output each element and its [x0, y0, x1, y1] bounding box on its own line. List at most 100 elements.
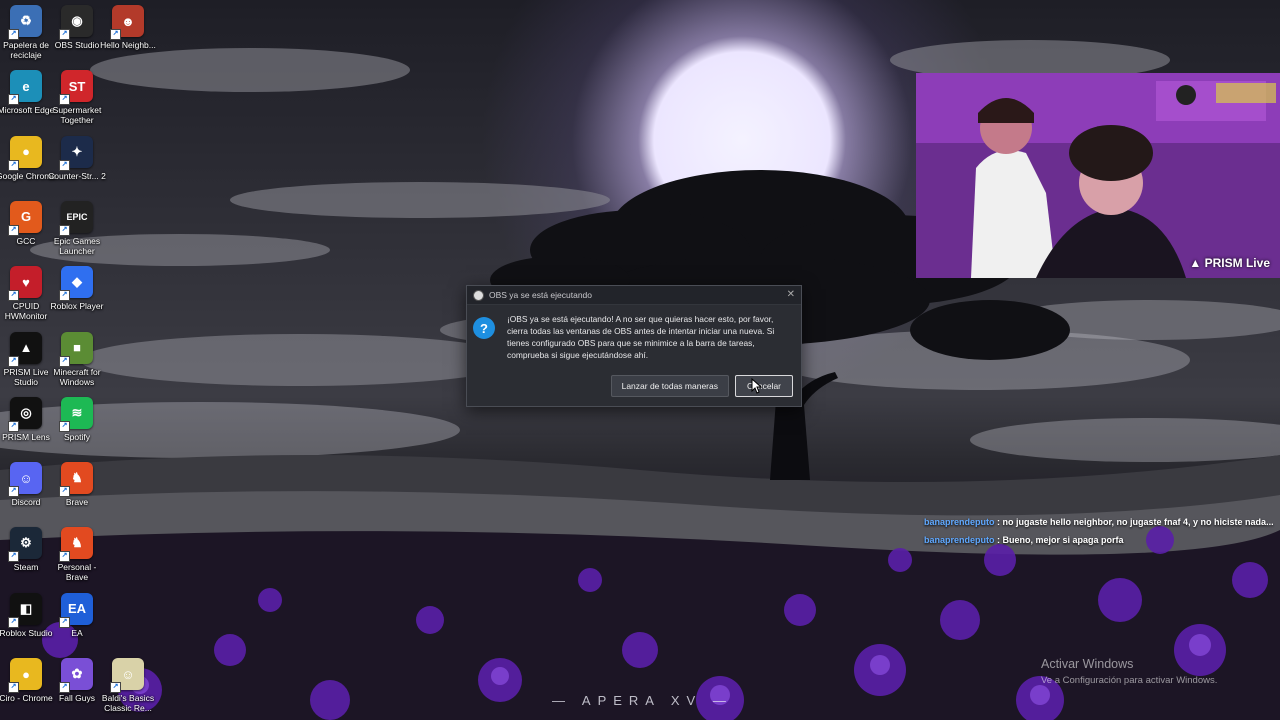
desktop-icon[interactable]: ☻ ↗ Hello Neighb... [100, 5, 156, 50]
shortcut-arrow-icon: ↗ [8, 29, 19, 40]
shortcut-arrow-icon: ↗ [8, 486, 19, 498]
webcam-feed [916, 73, 1280, 278]
minecraft-icon: ■ ↗ [59, 331, 93, 367]
desktop-icon-label: Spotify [64, 431, 90, 442]
desktop-icon[interactable]: ■ ↗ Minecraft for Windows [51, 331, 103, 387]
desktop-icon-label: Baldi's Basics Classic Re... [101, 693, 155, 713]
chat-text: : no jugaste hello neighbor, no jugaste … [997, 517, 1274, 527]
hello-neighbor-icon: ☻ ↗ [110, 5, 144, 40]
watermark-subtitle: Ve a Configuración para activar Windows. [1041, 675, 1218, 686]
discord-icon: ☺ ↗ [8, 462, 42, 498]
desktop-icon[interactable]: ◧ ↗ Roblox Studio [0, 592, 52, 638]
prism-logo-icon: ▲ [1189, 256, 1205, 270]
steam-icon: ⚙ ↗ [8, 527, 42, 563]
shortcut-arrow-icon: ↗ [8, 551, 19, 563]
shortcut-arrow-icon: ↗ [8, 290, 19, 302]
shortcut-arrow-icon: ↗ [59, 159, 70, 171]
desktop-icon[interactable]: G ↗ GCC [0, 200, 52, 246]
desktop-icon[interactable]: ✦ ↗ Counter-Str... 2 [48, 135, 106, 181]
desktop-icon[interactable]: ☺ ↗ Discord [0, 462, 52, 507]
desktop-icon-label: Brave [65, 497, 89, 508]
desktop-icon[interactable]: ♞ ↗ Brave [51, 462, 103, 507]
mouse-cursor-icon [751, 378, 763, 394]
shortcut-arrow-icon: ↗ [8, 355, 19, 367]
chrome-icon: ● ↗ [8, 135, 42, 171]
shortcut-arrow-icon: ↗ [59, 486, 70, 498]
webcam-overlay: ▲ PRISM Live [916, 73, 1280, 278]
ea-icon: EA ↗ [59, 592, 93, 628]
desktop-icon-label: Supermarket Together [52, 105, 102, 126]
desktop-icon-label: Personal - Brave [57, 562, 97, 583]
shortcut-arrow-icon: ↗ [59, 355, 70, 367]
chat-username: banaprendeputo [924, 535, 995, 545]
desktop-icon[interactable]: ✿ ↗ Fall Guys [51, 658, 103, 703]
shortcut-arrow-icon: ↗ [59, 29, 70, 40]
roblox-studio-icon: ◧ ↗ [8, 592, 42, 628]
wallpaper-caption: — APERA XV — [552, 693, 733, 708]
roblox-icon: ◆ ↗ [59, 266, 93, 302]
desktop-icon-label: Counter-Str... 2 [48, 170, 106, 181]
desktop-icon[interactable]: ≋ ↗ Spotify [51, 396, 103, 442]
chat-username: banaprendeputo [924, 517, 995, 527]
desktop-icon-label: Minecraft for Windows [53, 366, 101, 387]
prism-live-badge: ▲ PRISM Live [1189, 256, 1270, 270]
shortcut-arrow-icon: ↗ [110, 682, 121, 693]
shortcut-arrow-icon: ↗ [110, 29, 121, 40]
chat-message: banaprendeputo : Bueno, mejor si apaga p… [924, 535, 1124, 545]
desktop-icon[interactable]: ☺ ↗ Baldi's Basics Classic Re... [102, 658, 154, 713]
desktop-icon[interactable]: ♥ ↗ CPUID HWMonitor [0, 266, 52, 321]
desktop-icon-label: Roblox Player [50, 301, 104, 312]
shortcut-arrow-icon: ↗ [59, 290, 70, 302]
brave-icon: ♞ ↗ [59, 462, 93, 498]
prism-icon: ▲ ↗ [8, 331, 42, 367]
shortcut-arrow-icon: ↗ [8, 94, 19, 106]
epic-icon: EPIC ↗ [59, 200, 93, 236]
shortcut-arrow-icon: ↗ [59, 420, 70, 432]
question-icon: ? [473, 317, 495, 339]
dialog-title: OBS ya se está ejecutando [489, 290, 593, 300]
shortcut-arrow-icon: ↗ [59, 682, 70, 693]
shortcut-arrow-icon: ↗ [59, 551, 70, 563]
close-icon[interactable]: ✕ [787, 289, 795, 300]
desktop-icon[interactable]: ◉ ↗ OBS Studio [51, 5, 103, 50]
desktop-icon[interactable]: EPIC ↗ Epic Games Launcher [51, 200, 103, 256]
spotify-icon: ≋ ↗ [59, 396, 93, 432]
supermarket-icon: ST ↗ [59, 70, 93, 106]
shortcut-arrow-icon: ↗ [8, 224, 19, 236]
baldi-icon: ☺ ↗ [110, 658, 144, 693]
dialog-message: ¡OBS ya se está ejecutando! A no ser que… [507, 314, 775, 360]
hwmonitor-icon: ♥ ↗ [8, 266, 42, 302]
desktop-icon-label: Hello Neighb... [100, 40, 156, 50]
edge-icon: e ↗ [8, 70, 42, 106]
desktop-icon[interactable]: ♻ ↗ Papelera de reciclaje [0, 5, 52, 60]
desktop-icon[interactable]: ▲ ↗ PRISM Live Studio [0, 331, 52, 387]
shortcut-arrow-icon: ↗ [59, 224, 70, 236]
shortcut-arrow-icon: ↗ [8, 420, 19, 432]
desktop-icon[interactable]: ◎ ↗ PRISM Lens [0, 396, 52, 442]
desktop-icon-label: EA [71, 627, 83, 638]
dialog-title-bar[interactable]: OBS ya se está ejecutando [467, 286, 801, 305]
desktop-icon[interactable]: ● ↗ Google Chrome [0, 135, 56, 181]
desktop-icon[interactable]: ST ↗ Supermarket Together [51, 70, 103, 125]
shortcut-arrow-icon: ↗ [8, 159, 19, 171]
recycle-bin-icon: ♻ ↗ [8, 5, 42, 40]
shortcut-arrow-icon: ↗ [59, 94, 70, 106]
obs-icon [473, 289, 484, 301]
desktop-icon-label: Epic Games Launcher [53, 235, 101, 256]
fall-guys-icon: ✿ ↗ [59, 658, 93, 693]
obs-icon: ◉ ↗ [59, 5, 93, 40]
desktop-icon[interactable]: EA ↗ EA [51, 592, 103, 638]
desktop-icon[interactable]: e ↗ Microsoft Edge [0, 70, 54, 115]
cancel-button[interactable]: Cancelar [735, 375, 793, 397]
desktop-icon[interactable]: ⚙ ↗ Steam [0, 527, 52, 572]
prism-lens-icon: ◎ ↗ [8, 396, 42, 432]
desktop-icon[interactable]: ● ↗ Ciro - Chrome [0, 658, 53, 703]
desktop-icon[interactable]: ◆ ↗ Roblox Player [51, 266, 103, 311]
launch-anyway-button[interactable]: Lanzar de todas maneras [610, 375, 729, 397]
desktop-icon[interactable]: ♞ ↗ Personal - Brave [51, 527, 103, 582]
shortcut-arrow-icon: ↗ [59, 616, 70, 628]
chat-text: : Bueno, mejor si apaga porfa [997, 535, 1124, 545]
cs2-icon: ✦ ↗ [59, 135, 93, 171]
brave-personal-icon: ♞ ↗ [59, 527, 93, 563]
chat-message: banaprendeputo : no jugaste hello neighb… [924, 517, 1274, 527]
